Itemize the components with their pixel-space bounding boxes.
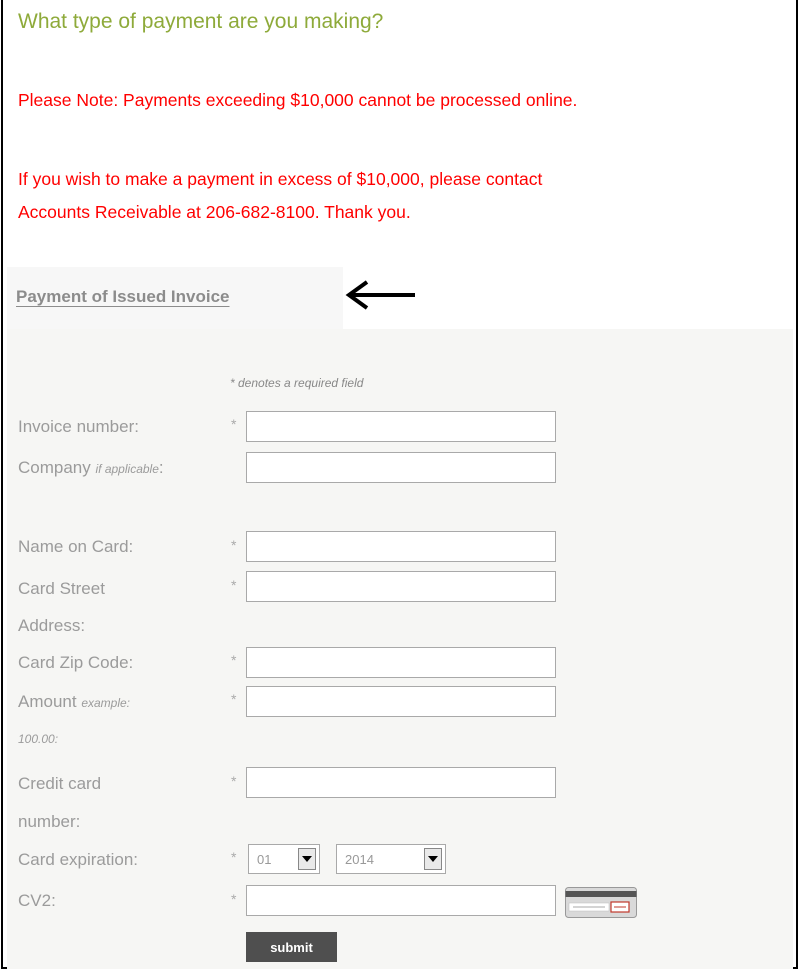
required-field-note: * denotes a required field [230, 376, 364, 390]
contact-note-line2: Accounts Receivable at 206-682-8100. Tha… [18, 202, 411, 222]
payment-limit-note: Please Note: Payments exceeding $10,000 … [18, 90, 578, 110]
left-arrow-icon [345, 280, 415, 310]
chevron-down-icon[interactable] [298, 848, 316, 870]
credit-card-number-label-line1: Credit card [18, 774, 102, 793]
required-marker: * [231, 652, 237, 668]
amount-input[interactable] [246, 686, 556, 717]
company-label-text: Company [18, 458, 91, 477]
amount-label-text: Amount [18, 692, 77, 711]
company-hint: if applicable [95, 462, 159, 476]
company-label: Company if applicable: [18, 451, 164, 486]
name-on-card-input[interactable] [246, 531, 556, 562]
required-marker: * [231, 849, 237, 865]
amount-hint: example: [81, 696, 131, 710]
company-input[interactable] [246, 452, 556, 483]
company-label-colon: : [158, 458, 164, 477]
card-expiration-label: Card expiration: [18, 850, 139, 869]
expiration-month-select[interactable]: 01 [248, 844, 320, 874]
card-zip-code-label: Card Zip Code: [18, 653, 134, 672]
chevron-down-icon[interactable] [424, 848, 442, 870]
amount-hint-example: 100.00: [18, 721, 58, 756]
credit-card-number-input[interactable] [246, 767, 556, 798]
section-title: What type of payment are you making? [18, 10, 384, 33]
required-marker: * [231, 537, 237, 553]
contact-note-line1: If you wish to make a payment in excess … [18, 169, 543, 189]
cv2-input[interactable] [246, 885, 556, 916]
card-street-address-input[interactable] [246, 571, 556, 602]
expiration-month-value: 01 [257, 851, 272, 867]
expiration-year-value: 2014 [345, 851, 374, 867]
required-marker: * [231, 577, 237, 593]
invoice-number-label: Invoice number: [18, 417, 139, 436]
required-marker: * [231, 416, 237, 432]
required-marker: * [231, 773, 237, 789]
card-security-code-icon [565, 887, 637, 918]
amount-label-colon: : [54, 732, 59, 746]
card-street-address-label-line1: Card Street [18, 579, 105, 598]
invoice-number-input[interactable] [246, 411, 556, 442]
payment-of-issued-invoice-link[interactable]: Payment of Issued Invoice [16, 287, 230, 307]
required-marker: * [231, 691, 237, 707]
cv2-label: CV2: [18, 891, 56, 910]
amount-hint-value: 100.00 [18, 732, 55, 746]
amount-label: Amount example: [18, 685, 130, 720]
credit-card-number-label-line2: number: [18, 812, 81, 831]
submit-button[interactable]: submit [246, 932, 337, 962]
required-marker: * [231, 891, 237, 907]
card-street-address-label-line2: Address: [18, 616, 86, 635]
name-on-card-label: Name on Card: [18, 537, 134, 556]
card-zip-code-input[interactable] [246, 647, 556, 678]
expiration-year-select[interactable]: 2014 [336, 844, 446, 874]
